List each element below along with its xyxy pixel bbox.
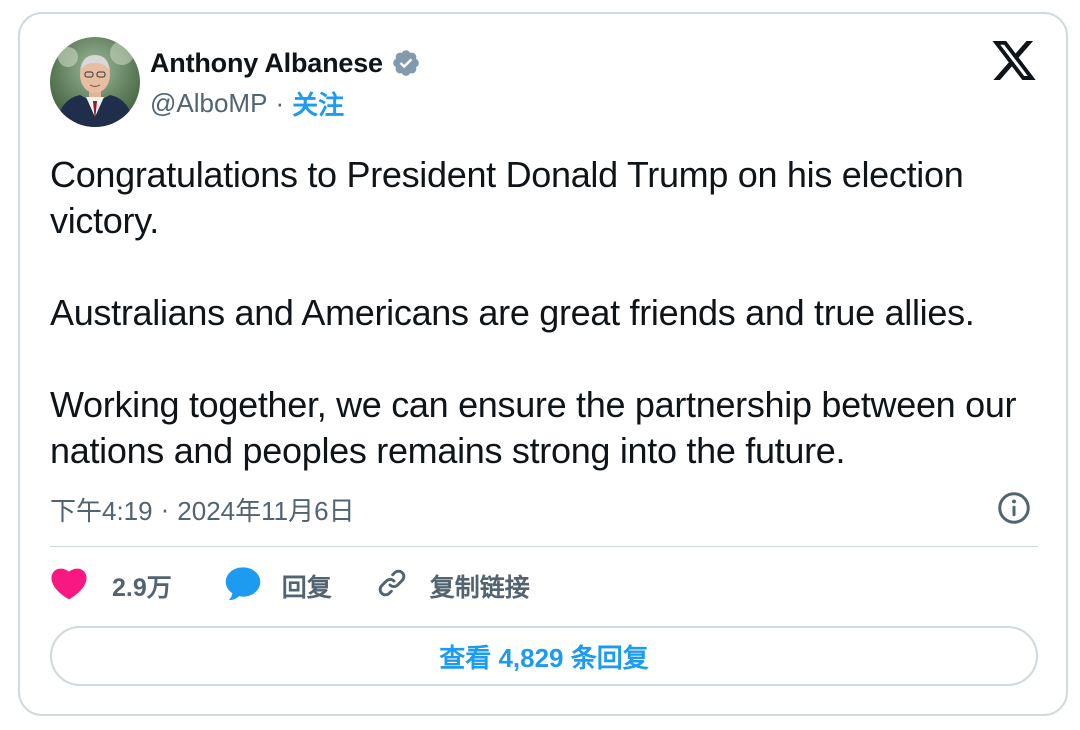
author-handle[interactable]: @AlboMP bbox=[150, 88, 267, 119]
copy-link-button[interactable]: 复制链接 bbox=[376, 567, 530, 606]
like-count: 2.9万 bbox=[112, 574, 172, 602]
tweet-paragraph: Congratulations to President Donald Trum… bbox=[50, 154, 964, 241]
divider bbox=[50, 546, 1038, 547]
reply-button[interactable]: 回复 bbox=[224, 565, 332, 608]
link-icon bbox=[376, 567, 408, 606]
author-display-name[interactable]: Anthony Albanese bbox=[150, 48, 383, 79]
x-logo-icon[interactable] bbox=[990, 38, 1038, 84]
tweet-time: 下午4:19 bbox=[50, 495, 153, 526]
tweet-timestamp[interactable]: 下午4:19 · 2024年11月6日 bbox=[50, 488, 355, 530]
reply-label: 回复 bbox=[281, 574, 332, 602]
tweet-paragraph: Australians and Americans are great frie… bbox=[50, 292, 975, 333]
info-icon[interactable] bbox=[996, 490, 1032, 526]
tweet-paragraph: Working together, we can ensure the part… bbox=[50, 384, 1017, 471]
speech-bubble-icon bbox=[224, 565, 262, 608]
copy-link-label: 复制链接 bbox=[429, 574, 530, 602]
author-handle-row: @AlboMP · 关注 bbox=[150, 86, 344, 120]
tweet-text: Congratulations to President Donald Trum… bbox=[50, 152, 1050, 474]
author-avatar[interactable] bbox=[50, 37, 140, 127]
author-name-row: Anthony Albanese bbox=[150, 45, 421, 81]
timestamp-separator: · bbox=[160, 493, 170, 524]
tweet-date: 2024年11月6日 bbox=[177, 495, 355, 526]
handle-separator: · bbox=[275, 87, 285, 118]
verified-badge-icon bbox=[391, 48, 421, 78]
heart-icon bbox=[50, 566, 88, 607]
view-replies-button[interactable]: 查看 4,829 条回复 bbox=[50, 626, 1038, 686]
follow-button[interactable]: 关注 bbox=[292, 85, 344, 122]
like-button[interactable]: 2.9万 bbox=[50, 566, 172, 607]
tweet-actions: 2.9万 回复 复制链接 bbox=[50, 564, 530, 608]
